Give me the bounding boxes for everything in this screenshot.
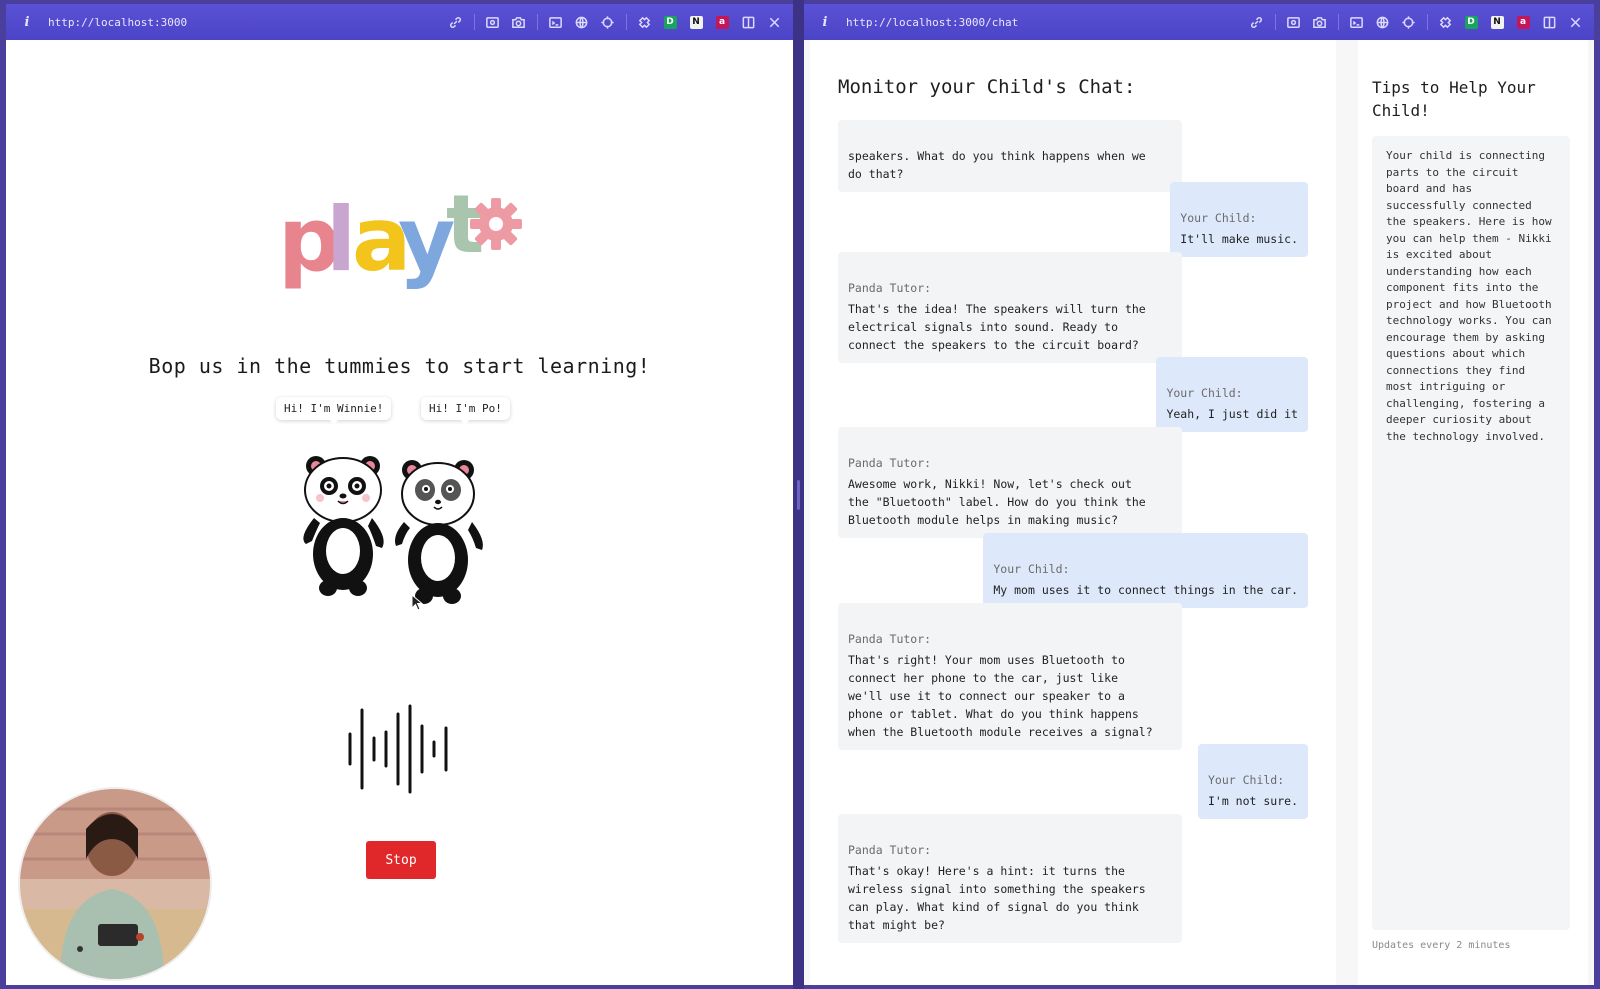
split-view-icon[interactable] (1540, 13, 1558, 31)
tips-panel: Tips to Help Your Child! Your child is c… (1358, 40, 1588, 985)
ext-pink-icon[interactable]: a (1514, 13, 1532, 31)
tips-update-note: Updates every 2 minutes (1372, 940, 1511, 951)
left-url-text[interactable]: http://localhost:3000 (48, 16, 438, 29)
info-icon[interactable]: i (20, 15, 34, 30)
right-browser-window: i http://localhost:3000/chat D N a Monit… (804, 4, 1594, 985)
panda-winnie[interactable] (303, 456, 384, 596)
split-view-icon[interactable] (739, 13, 757, 31)
audio-waveform-icon (348, 704, 448, 794)
screenshot-icon[interactable] (483, 13, 501, 31)
globe-icon[interactable] (1373, 13, 1391, 31)
speech-bubble-winnie: Hi! I'm Winnie! (276, 397, 392, 425)
message-sender: Panda Tutor: (848, 632, 932, 646)
message-text: Awesome work, Nikki! Now, let's check ou… (848, 477, 1146, 527)
message-sender: Your Child: (1166, 386, 1243, 400)
left-browser-window: i http://localhost:3000 D N a p l a y t (6, 4, 793, 985)
toolbar-divider (537, 14, 538, 30)
mouse-cursor-icon (411, 594, 423, 611)
message-sender: Your Child: (1207, 773, 1285, 787)
terminal-icon[interactable] (546, 13, 564, 31)
panda-po[interactable] (395, 460, 483, 604)
camera-icon[interactable] (509, 13, 527, 31)
camera-icon[interactable] (1310, 13, 1328, 31)
extensions-icon[interactable] (635, 13, 653, 31)
divider-grip[interactable] (797, 480, 800, 510)
right-toolbar: i http://localhost:3000/chat D N a (804, 4, 1594, 40)
tips-body: Your child is connecting parts to the ci… (1372, 136, 1570, 930)
globe-icon[interactable] (572, 13, 590, 31)
chat-message-tutor: Panda Tutor: That's right! Your mom uses … (838, 603, 1182, 750)
playto-logo: p l a y t (278, 178, 522, 291)
info-icon[interactable]: i (818, 15, 832, 30)
ext-green-icon[interactable]: D (661, 13, 679, 31)
close-icon[interactable] (765, 13, 783, 31)
message-text: That's the idea! The speakers will turn … (848, 302, 1146, 352)
chat-title: Monitor your Child's Chat: (838, 76, 1136, 98)
stop-button[interactable]: Stop (366, 841, 436, 879)
toolbar-divider (1275, 14, 1276, 30)
chat-message-tutor: Panda Tutor: That's okay! Here's a hint: … (838, 814, 1182, 943)
chat-scroll-area[interactable]: speakers. What do you think happens when… (810, 120, 1336, 973)
window-divider[interactable] (793, 0, 804, 989)
chat-message-child: Your Child: My mom uses it to connect thi… (983, 533, 1308, 608)
message-text: It'll make music. (1180, 232, 1298, 246)
message-text: That's okay! Here's a hint: it turns the… (848, 864, 1146, 932)
chat-panel: Monitor your Child's Chat: speakers. Wha… (810, 40, 1336, 985)
screenshot-icon[interactable] (1284, 13, 1302, 31)
message-text: Yeah, I just did it (1166, 407, 1298, 421)
crosshair-icon[interactable] (1399, 13, 1417, 31)
chat-message-tutor: Panda Tutor: That's the idea! The speaker… (838, 252, 1182, 363)
webcam-video (20, 789, 210, 979)
link-icon[interactable] (446, 13, 464, 31)
toolbar-divider (1338, 14, 1339, 30)
terminal-icon[interactable] (1347, 13, 1365, 31)
chat-message-child: Your Child: I'm not sure. (1197, 744, 1308, 819)
right-url-text[interactable]: http://localhost:3000/chat (846, 16, 1239, 29)
toolbar-divider (474, 14, 475, 30)
message-sender: Panda Tutor: (848, 281, 932, 295)
crosshair-icon[interactable] (598, 13, 616, 31)
gear-icon (470, 198, 522, 250)
pandas-illustration[interactable] (294, 456, 504, 611)
toolbar-divider (1427, 14, 1428, 30)
message-text: That's right! Your mom uses Bluetooth to… (848, 653, 1153, 739)
message-sender: Your Child: (1180, 211, 1257, 225)
extensions-icon[interactable] (1436, 13, 1454, 31)
chat-message-tutor: speakers. What do you think happens when… (838, 120, 1182, 192)
ext-pink-icon[interactable]: a (713, 13, 731, 31)
page-headline: Bop us in the tummies to start learning! (148, 354, 651, 378)
ext-n-icon[interactable]: N (687, 13, 705, 31)
toolbar-divider (626, 14, 627, 30)
left-toolbar: i http://localhost:3000 D N a (6, 4, 793, 40)
chat-message-child: Your Child: Yeah, I just did it (1156, 357, 1308, 432)
message-text: speakers. What do you think happens when… (848, 149, 1146, 181)
chat-message-tutor: Panda Tutor: Awesome work, Nikki! Now, le… (838, 427, 1182, 538)
tips-title: Tips to Help Your Child! (1372, 78, 1536, 120)
ext-green-icon[interactable]: D (1462, 13, 1480, 31)
ext-n-icon[interactable]: N (1488, 13, 1506, 31)
message-text: My mom uses it to connect things in the … (993, 583, 1298, 597)
message-sender: Your Child: (993, 562, 1070, 576)
close-icon[interactable] (1566, 13, 1584, 31)
link-icon[interactable] (1247, 13, 1265, 31)
speech-bubble-po: Hi! I'm Po! (421, 397, 510, 425)
message-sender: Panda Tutor: (848, 843, 932, 857)
message-sender: Panda Tutor: (848, 456, 932, 470)
chat-message-child: Your Child: It'll make music. (1170, 182, 1308, 257)
message-text: I'm not sure. (1207, 794, 1298, 808)
